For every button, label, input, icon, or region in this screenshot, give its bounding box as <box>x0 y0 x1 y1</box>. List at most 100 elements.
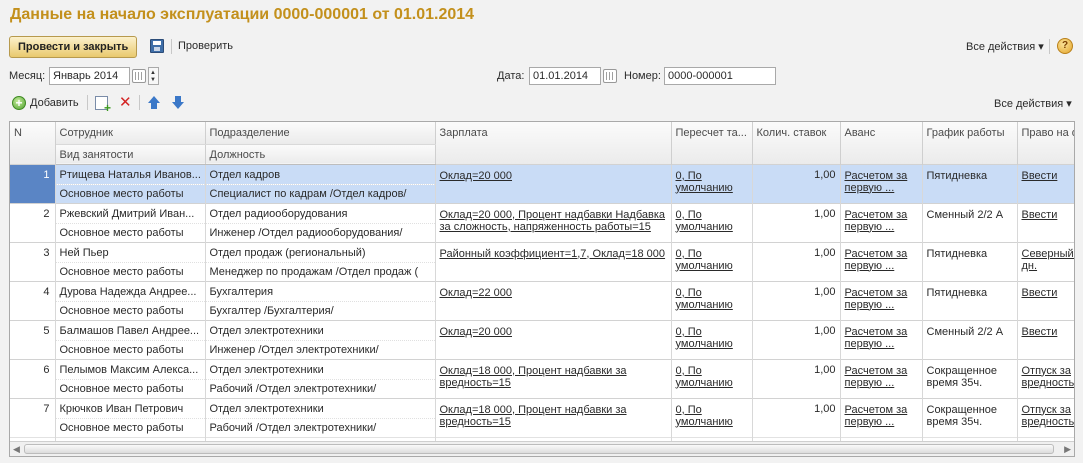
cell-department[interactable]: Отдел кадров <box>205 163 436 185</box>
table-row[interactable]: 3 Ней Пьер Отдел продаж (региональный) Райо… <box>10 241 1074 281</box>
cell-department[interactable]: Отдел электротехники <box>205 319 436 341</box>
cell-salary[interactable]: Оклад=20 000 <box>435 163 672 203</box>
advance-link[interactable]: Расчетом за первую ... <box>845 170 908 194</box>
cell-schedule[interactable]: Пятидневка <box>922 163 1018 203</box>
cell-recalc[interactable]: 0, По умолчанию <box>671 280 753 320</box>
cell-schedule[interactable]: Пятидневка <box>922 280 1018 320</box>
cell-rates[interactable]: 1,00 <box>752 280 841 320</box>
cell-schedule[interactable]: Сокращенное время 35ч. <box>922 397 1018 437</box>
advance-link[interactable]: Расчетом за первую ... <box>845 326 908 350</box>
cell-department[interactable]: Отдел электротехники <box>205 358 436 380</box>
table-row[interactable]: 5 Балмашов Павел Андрее... Отдел электроте… <box>10 319 1074 359</box>
cell-position[interactable]: Бухгалтер /Бухгалтерия/ <box>205 301 436 320</box>
cell-department[interactable]: Отдел продаж (региональный) <box>205 241 436 263</box>
salary-link[interactable]: Оклад=18 000, Процент надбавки за вредно… <box>440 404 627 428</box>
cell-salary[interactable]: Оклад=20 000 <box>435 319 672 359</box>
post-and-close-button[interactable]: Провести и закрыть <box>9 36 138 58</box>
cell-employee[interactable]: Пелымов Максим Алекса... <box>55 358 206 380</box>
cell-employment-type[interactable]: Основное место работы <box>55 379 206 398</box>
table-row[interactable]: 6 Пелымов Максим Алекса... Отдел электроте… <box>10 358 1074 398</box>
cell-employment-type[interactable]: Основное место работы <box>55 418 206 437</box>
cell-right[interactable]: Ввести <box>1017 319 1074 359</box>
salary-link[interactable]: Оклад=20 000, Процент надбавки Надбавка … <box>440 209 666 233</box>
cell-salary[interactable]: Районный коэффициент=1,7, Оклад=18 000 <box>435 241 672 281</box>
cell-employment-type[interactable]: Основное место работы <box>55 301 206 320</box>
add-icon[interactable]: + <box>12 96 26 110</box>
cell-employee[interactable]: Ртищева Наталья Иванов... <box>55 163 206 185</box>
cell-schedule[interactable]: Сменный 2/2 А <box>922 202 1018 242</box>
col-header-department[interactable]: Подразделение <box>205 122 436 145</box>
add-button[interactable]: Добавить <box>30 97 79 109</box>
cell-schedule[interactable]: Сменный 2/2 А <box>922 319 1018 359</box>
col-header-n[interactable]: N <box>10 122 56 164</box>
cell-rates[interactable]: 1,00 <box>752 202 841 242</box>
advance-link[interactable]: Расчетом за первую ... <box>845 404 908 428</box>
cell-employee[interactable]: Ней Пьер <box>55 241 206 263</box>
table-row[interactable]: 1 Ртищева Наталья Иванов... Отдел кадров Ок… <box>10 163 1074 203</box>
right-link[interactable]: Ввести <box>1022 326 1058 338</box>
advance-link[interactable]: Расчетом за первую ... <box>845 248 908 272</box>
table-all-actions-menu[interactable]: Все действия ▾ <box>994 97 1072 110</box>
cell-recalc[interactable]: 0, По умолчанию <box>671 241 753 281</box>
cell-employee[interactable]: Ржевский Дмитрий Иван... <box>55 202 206 224</box>
cell-salary[interactable]: Оклад=20 000, Процент надбавки Надбавка … <box>435 202 672 242</box>
salary-link[interactable]: Оклад=22 000 <box>440 287 513 299</box>
recalc-link[interactable]: 0, По умолчанию <box>676 287 733 311</box>
salary-link[interactable]: Оклад=20 000 <box>440 326 513 338</box>
horizontal-scrollbar[interactable]: ◀ ▶ <box>10 441 1074 456</box>
cell-recalc[interactable]: 0, По умолчанию <box>671 319 753 359</box>
delete-icon[interactable]: ✕ <box>119 93 132 111</box>
cell-rates[interactable]: 1,00 <box>752 241 841 281</box>
calendar-icon[interactable] <box>132 69 146 83</box>
table-row[interactable]: 4 Дурова Надежда Андрее... Бухгалтерия Окла… <box>10 280 1074 320</box>
scrollbar-thumb[interactable] <box>24 444 1054 454</box>
cell-right[interactable]: Отпуск за вредность <box>1017 358 1075 398</box>
scroll-right-icon[interactable]: ▶ <box>1064 444 1071 455</box>
employees-table[interactable]: N Сотрудник Подразделение Зарплата Перес… <box>9 121 1075 457</box>
col-header-salary[interactable]: Зарплата <box>435 122 672 164</box>
move-up-icon[interactable] <box>147 96 161 110</box>
recalc-link[interactable]: 0, По умолчанию <box>676 209 733 233</box>
save-icon[interactable] <box>150 39 164 53</box>
cell-schedule[interactable]: Пятидневка <box>922 241 1018 281</box>
cell-recalc[interactable]: 0, По умолчанию <box>671 163 753 203</box>
recalc-link[interactable]: 0, По умолчанию <box>676 365 733 389</box>
table-row[interactable]: 2 Ржевский Дмитрий Иван... Отдел радиообор… <box>10 202 1074 242</box>
advance-link[interactable]: Расчетом за первую ... <box>845 209 908 233</box>
cell-position[interactable]: Рабочий /Отдел электротехники/ <box>205 379 436 398</box>
month-spinner[interactable]: ▲ ▼ <box>148 67 159 85</box>
cell-right[interactable]: Ввести <box>1017 280 1074 320</box>
right-link[interactable]: Ввести <box>1022 209 1058 221</box>
col-header-recalc[interactable]: Пересчет та... <box>671 122 753 164</box>
col-header-employee[interactable]: Сотрудник <box>55 122 206 145</box>
right-link[interactable]: Северный (0) дн. <box>1022 248 1075 272</box>
right-link[interactable]: Ввести <box>1022 287 1058 299</box>
table-row[interactable]: 7 Крючков Иван Петрович Отдел электротехни… <box>10 397 1074 437</box>
cell-advance[interactable]: Расчетом за первую ... <box>840 358 923 398</box>
col-header-position[interactable]: Должность <box>205 144 436 165</box>
cell-right[interactable]: Отпуск за вредность <box>1017 397 1074 437</box>
cell-advance[interactable]: Расчетом за первую ... <box>840 163 923 203</box>
right-link[interactable]: Ввести <box>1022 170 1058 182</box>
cell-salary[interactable]: Оклад=22 000 <box>435 280 672 320</box>
recalc-link[interactable]: 0, По умолчанию <box>676 170 733 194</box>
col-header-advance[interactable]: Аванс <box>840 122 923 164</box>
cell-advance[interactable]: Расчетом за первую ... <box>840 319 923 359</box>
cell-employment-type[interactable]: Основное место работы <box>55 184 206 203</box>
move-down-icon[interactable] <box>171 96 185 110</box>
advance-link[interactable]: Расчетом за первую ... <box>845 365 908 389</box>
cell-rates[interactable]: 1,00 <box>752 397 841 437</box>
cell-salary[interactable]: Оклад=18 000, Процент надбавки за вредно… <box>435 397 672 437</box>
cell-advance[interactable]: Расчетом за первую ... <box>840 241 923 281</box>
cell-right[interactable]: Ввести <box>1017 202 1074 242</box>
cell-position[interactable]: Менеджер по продажам /Отдел продаж ( <box>205 262 436 281</box>
all-actions-menu[interactable]: Все действия ▾ <box>966 40 1044 53</box>
salary-link[interactable]: Районный коэффициент=1,7, Оклад=18 000 <box>440 248 666 260</box>
cell-rates[interactable]: 1,00 <box>752 319 841 359</box>
cell-employee[interactable]: Дурова Надежда Андрее... <box>55 280 206 302</box>
right-link[interactable]: Отпуск за вредность <box>1022 365 1075 389</box>
col-header-rates[interactable]: Колич. ставок <box>752 122 841 164</box>
cell-department[interactable]: Отдел радиооборудования <box>205 202 436 224</box>
recalc-link[interactable]: 0, По умолчанию <box>676 248 733 272</box>
col-header-right[interactable]: Право на о... <box>1017 122 1074 164</box>
